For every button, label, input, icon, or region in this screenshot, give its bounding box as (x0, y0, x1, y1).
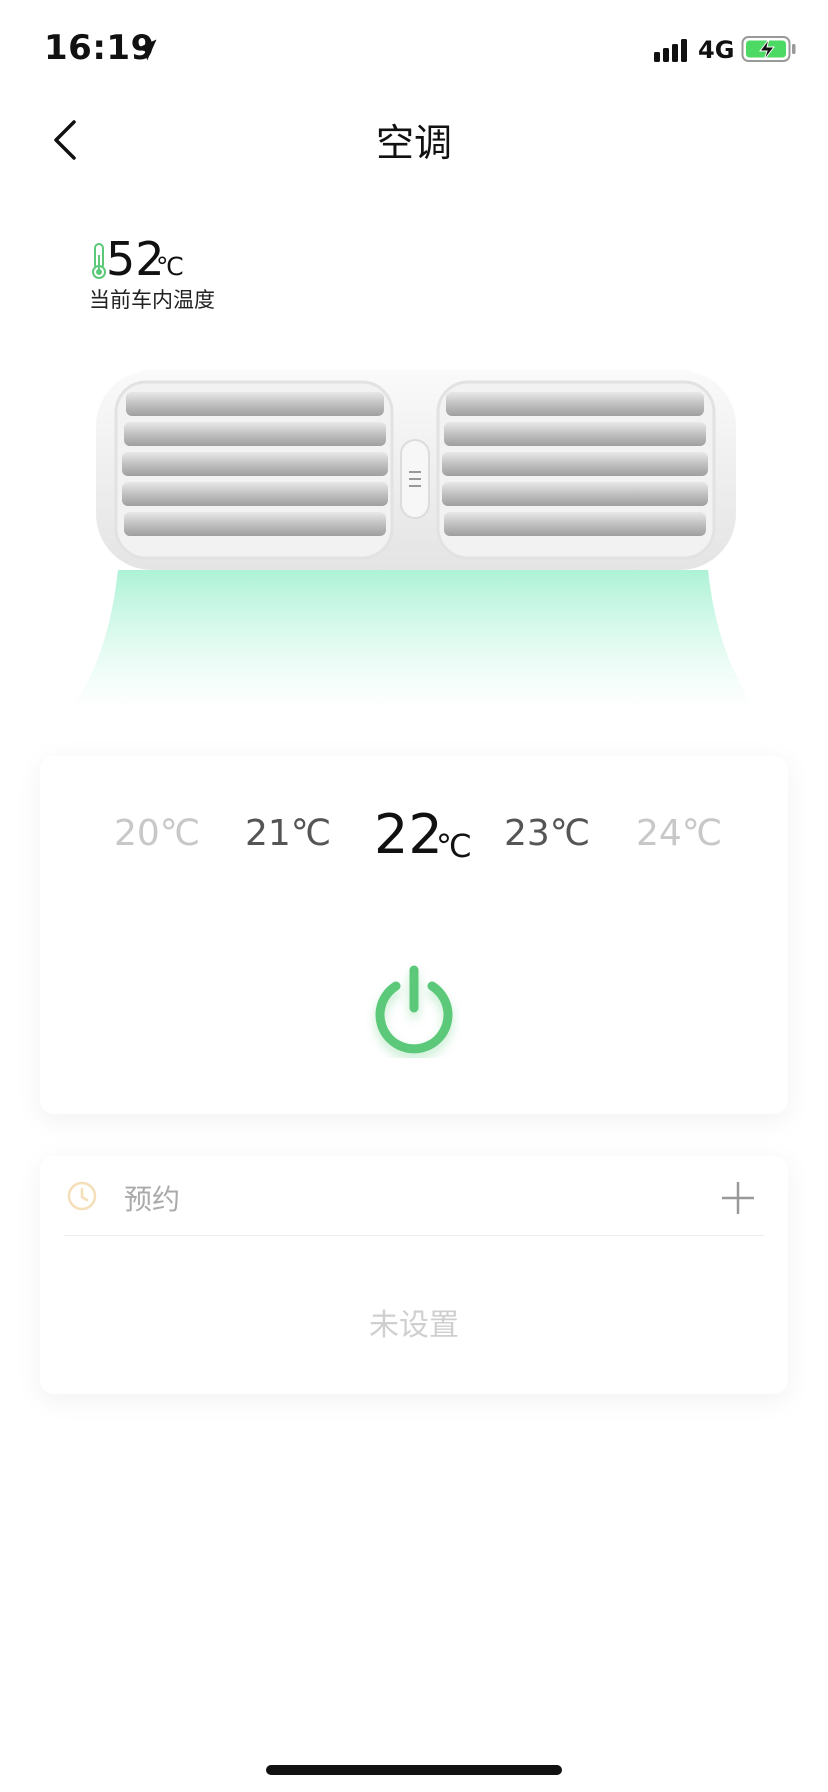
power-icon (375, 965, 453, 1054)
schedule-label: 预约 (124, 1183, 181, 1216)
temp-option-23[interactable]: 23℃ (504, 816, 590, 852)
airflow (70, 570, 758, 710)
clock-icon (67, 1181, 97, 1211)
current-temperature-unit: ℃ (156, 252, 185, 281)
page-title: 空调 (375, 121, 452, 165)
location-arrow-icon (135, 39, 157, 61)
schedule-empty-text: 未设置 (369, 1308, 459, 1343)
network-type: 4G (698, 36, 735, 64)
home-indicator (266, 1765, 562, 1775)
right-vent (436, 380, 716, 560)
add-schedule-plus-icon[interactable] (720, 1180, 756, 1216)
schedule-divider (64, 1235, 764, 1236)
temp-option-24[interactable]: 24℃ (636, 816, 722, 852)
battery-charging-icon (741, 36, 796, 62)
signal-icon (654, 39, 687, 62)
ac-vent-illustration (70, 370, 758, 710)
temp-option-22-selected[interactable]: 22 (374, 808, 443, 862)
temp-option-22-unit: ℃ (436, 827, 472, 865)
current-temperature-label: 当前车内温度 (89, 288, 215, 312)
left-vent (114, 380, 394, 560)
status-bar: 16:19 4G (0, 0, 828, 100)
temp-option-21[interactable]: 21℃ (245, 816, 331, 852)
power-button[interactable] (366, 962, 462, 1058)
temp-option-20[interactable]: 20℃ (114, 816, 200, 852)
